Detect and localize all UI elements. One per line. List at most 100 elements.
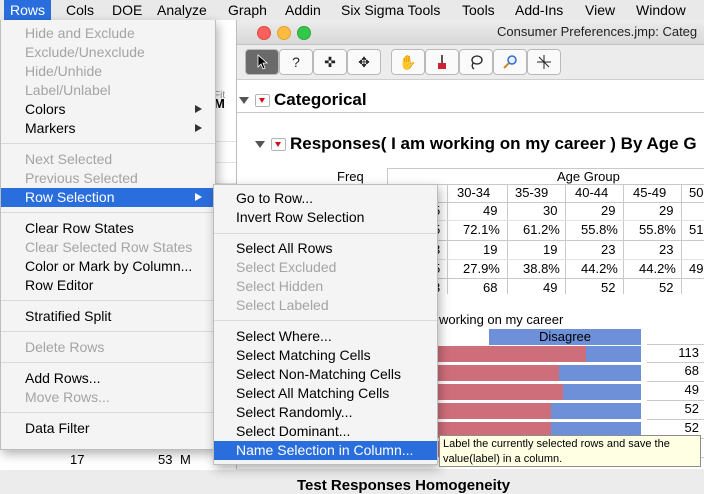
window-title-bar: Consumer Preferences.jmp: Categ bbox=[237, 20, 704, 45]
red-triangle-menu-icon[interactable] bbox=[255, 94, 270, 108]
table-cell: 52 bbox=[601, 280, 616, 295]
bar-agree[interactable] bbox=[437, 365, 559, 381]
menu-item-colors[interactable]: Colors bbox=[1, 100, 215, 119]
menu-item-delete-rows[interactable]: Delete Rows bbox=[1, 338, 215, 357]
menu-doe[interactable]: DOE bbox=[106, 0, 148, 20]
red-triangle-menu-icon[interactable] bbox=[271, 138, 286, 152]
categorical-title: Categorical bbox=[274, 90, 367, 109]
menu-window[interactable]: Window bbox=[630, 0, 692, 20]
menu-item-select-randomly[interactable]: Select Randomly... bbox=[214, 403, 437, 422]
menu-bar: Rows Cols DOE Analyze Graph Addin Six Si… bbox=[0, 0, 704, 21]
chart-count: 68 bbox=[684, 363, 699, 378]
menu-add-ins[interactable]: Add-Ins bbox=[509, 0, 569, 20]
menu-item-select-non-matching-cells[interactable]: Select Non-Matching Cells bbox=[214, 365, 437, 384]
bar-agree[interactable] bbox=[437, 384, 563, 400]
disclosure-triangle-icon[interactable] bbox=[255, 141, 265, 149]
bar-disagree[interactable] bbox=[563, 384, 641, 400]
menu-item-hide-unhide[interactable]: Hide/Unhide bbox=[1, 62, 215, 81]
menu-item-label-unlabel[interactable]: Label/Unlabel bbox=[1, 81, 215, 100]
tooltip: Label the currently selected rows and sa… bbox=[439, 435, 701, 467]
menu-item-select-where[interactable]: Select Where... bbox=[214, 327, 437, 346]
menu-analyze[interactable]: Analyze bbox=[151, 0, 213, 20]
table-cell: 49 bbox=[483, 203, 498, 218]
menu-item-select-dominant[interactable]: Select Dominant... bbox=[214, 422, 437, 441]
bar-disagree[interactable] bbox=[559, 365, 641, 381]
minimize-window-icon[interactable] bbox=[277, 26, 291, 40]
menu-cols[interactable]: Cols bbox=[60, 0, 100, 20]
zoom-window-icon[interactable] bbox=[297, 26, 311, 40]
tool-bar: ? ✜ ✥ ✋ bbox=[237, 45, 704, 80]
menu-item-row-selection[interactable]: Row Selection bbox=[1, 188, 215, 207]
menu-item-next-selected[interactable]: Next Selected bbox=[1, 150, 215, 169]
crosshair-tool-icon[interactable]: ✜ bbox=[313, 49, 347, 75]
menu-item-invert-row-selection[interactable]: Invert Row Selection bbox=[214, 208, 437, 227]
table-cell: 49 bbox=[689, 261, 704, 276]
menu-item-name-selection-in-column[interactable]: Name Selection in Column... bbox=[214, 441, 437, 460]
menu-item-hide-and-exclude[interactable]: Hide and Exclude bbox=[1, 24, 215, 43]
bar-agree[interactable] bbox=[437, 403, 551, 419]
bar-disagree[interactable] bbox=[586, 346, 641, 362]
table-cell: 72.1% bbox=[463, 222, 500, 237]
responses-title: Responses( I am working on my career ) B… bbox=[290, 134, 697, 153]
table-cell: 29 bbox=[659, 203, 674, 218]
table-cell: 55.8% bbox=[581, 222, 618, 237]
menu-tools[interactable]: Tools bbox=[456, 0, 501, 20]
move-tool-icon[interactable]: ✥ bbox=[347, 49, 381, 75]
annotate-tool-icon[interactable] bbox=[527, 49, 561, 75]
table-row[interactable]: 17 53 M bbox=[0, 448, 236, 470]
menu-item-select-all-matching-cells[interactable]: Select All Matching Cells bbox=[214, 384, 437, 403]
menu-item-move-rows[interactable]: Move Rows... bbox=[1, 388, 215, 407]
lasso-tool-icon[interactable] bbox=[459, 49, 493, 75]
table-cell: 30 bbox=[543, 203, 558, 218]
table-cell: 19 bbox=[483, 242, 498, 257]
bar-disagree[interactable] bbox=[551, 403, 641, 419]
magnifier-tool-icon[interactable] bbox=[493, 49, 527, 75]
menu-item-clear-selected-row-states[interactable]: Clear Selected Row States bbox=[1, 238, 215, 257]
menu-item-markers[interactable]: Markers bbox=[1, 119, 215, 138]
menu-item-select-all-rows[interactable]: Select All Rows bbox=[214, 239, 437, 258]
menu-rows[interactable]: Rows bbox=[4, 0, 52, 20]
menu-item-select-matching-cells[interactable]: Select Matching Cells bbox=[214, 346, 437, 365]
test-responses-outline[interactable]: Test Responses Homogeneity bbox=[297, 477, 510, 494]
table-cell: 61.2% bbox=[523, 222, 560, 237]
menu-graph[interactable]: Graph bbox=[222, 0, 273, 20]
menu-item-color-or-mark-by-column[interactable]: Color or Mark by Column... bbox=[1, 257, 215, 276]
table-cell: 23 bbox=[659, 242, 674, 257]
responses-outline[interactable]: Responses( I am working on my career ) B… bbox=[255, 134, 697, 154]
help-tool-icon[interactable]: ? bbox=[279, 49, 313, 75]
chart-count: 49 bbox=[684, 382, 699, 397]
chart-count: 52 bbox=[684, 401, 699, 416]
menu-item-stratified-split[interactable]: Stratified Split bbox=[1, 307, 215, 326]
menu-item-select-excluded[interactable]: Select Excluded bbox=[214, 258, 437, 277]
menu-item-select-labeled[interactable]: Select Labeled bbox=[214, 296, 437, 315]
menu-item-data-filter[interactable]: Data Filter bbox=[1, 419, 215, 438]
age-column-header: 30-34 bbox=[457, 185, 491, 200]
menu-six-sigma-tools[interactable]: Six Sigma Tools bbox=[335, 0, 446, 20]
menu-view[interactable]: View bbox=[579, 0, 621, 20]
menu-item-row-editor[interactable]: Row Editor bbox=[1, 276, 215, 295]
disclosure-triangle-icon[interactable] bbox=[239, 97, 249, 105]
submenu-arrow-icon bbox=[195, 193, 202, 201]
bar-agree[interactable] bbox=[437, 346, 586, 362]
menu-item-previous-selected[interactable]: Previous Selected bbox=[1, 169, 215, 188]
menu-item-select-hidden[interactable]: Select Hidden bbox=[214, 277, 437, 296]
age-column-header: 35-39 bbox=[515, 185, 549, 200]
row-number: 17 bbox=[70, 452, 85, 467]
brush-tool-icon[interactable] bbox=[425, 49, 459, 75]
table-cell: 27.9% bbox=[463, 261, 500, 276]
age-column-header: 45-49 bbox=[633, 185, 667, 200]
close-window-icon[interactable] bbox=[257, 26, 271, 40]
categorical-outline[interactable]: Categorical bbox=[239, 90, 367, 110]
row-selection-submenu: Go to Row... Invert Row Selection Select… bbox=[213, 184, 438, 465]
table-cell: 19 bbox=[543, 242, 558, 257]
age-column-header: 50 bbox=[689, 185, 704, 200]
menu-item-clear-row-states[interactable]: Clear Row States bbox=[1, 219, 215, 238]
menu-item-add-rows[interactable]: Add Rows... bbox=[1, 369, 215, 388]
menu-addin[interactable]: Addin bbox=[279, 0, 327, 20]
chart-legend-disagree: Disagree bbox=[489, 329, 641, 345]
hand-tool-icon[interactable]: ✋ bbox=[391, 49, 425, 75]
menu-item-exclude-unexclude[interactable]: Exclude/Unexclude bbox=[1, 43, 215, 62]
arrow-tool-icon[interactable] bbox=[245, 49, 279, 75]
window-title: Consumer Preferences.jmp: Categ bbox=[497, 24, 698, 39]
menu-item-go-to-row[interactable]: Go to Row... bbox=[214, 189, 437, 208]
